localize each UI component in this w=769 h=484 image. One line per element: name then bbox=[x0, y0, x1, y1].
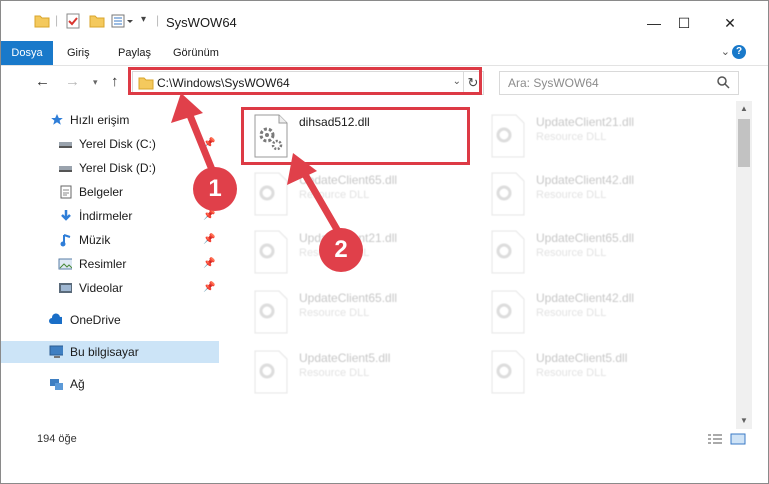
step-2-badge: 2 bbox=[319, 228, 363, 272]
step-1-badge: 1 bbox=[193, 167, 237, 211]
arrow-1-head bbox=[171, 93, 203, 123]
annotation-arrows bbox=[171, 93, 343, 237]
explorer-window: | ▾ | SysWOW64 — ☐ ✕ Dosya Giriş Paylaş … bbox=[0, 0, 769, 484]
arrow-2-shaft bbox=[299, 167, 343, 237]
arrow-2-head bbox=[287, 153, 317, 185]
